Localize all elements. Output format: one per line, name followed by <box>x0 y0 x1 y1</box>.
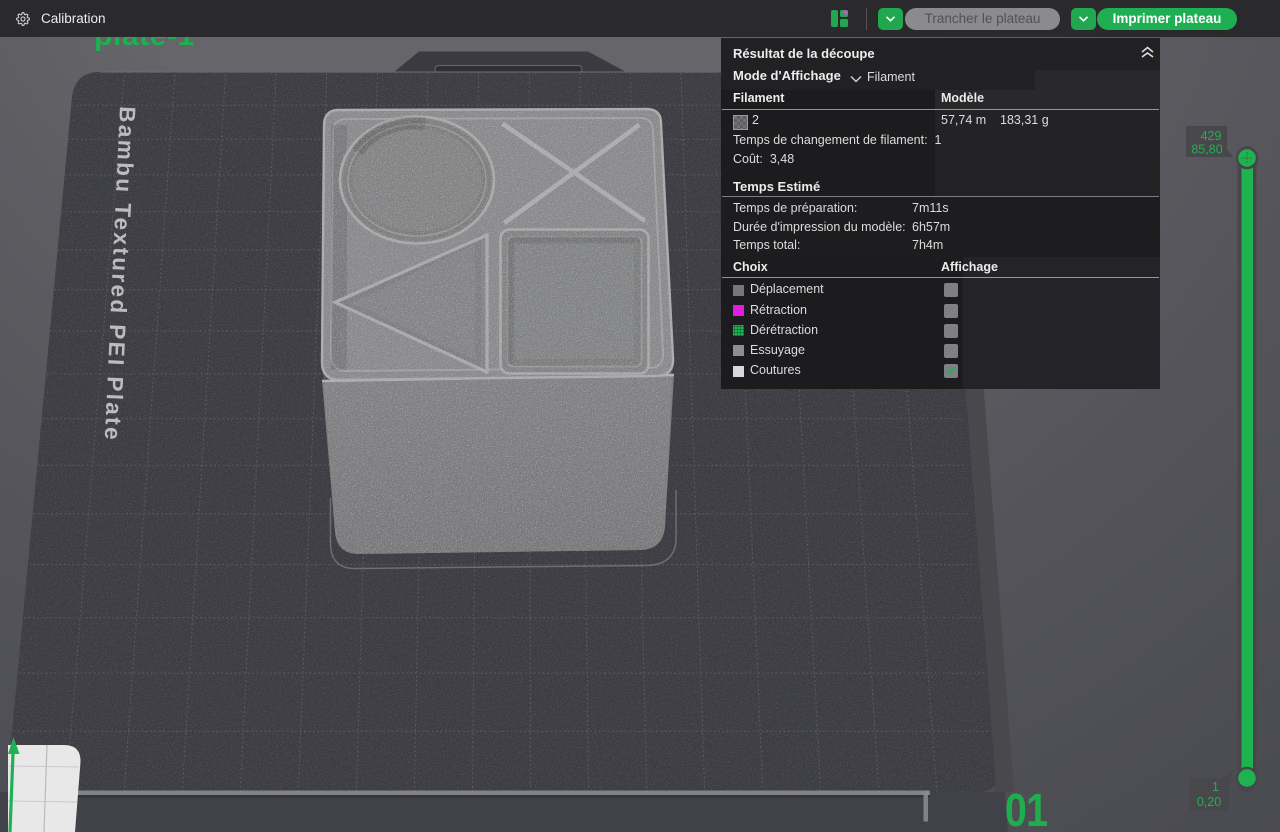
svg-text:01: 01 <box>1005 785 1047 832</box>
svg-text:0,20: 0,20 <box>1197 795 1221 809</box>
svg-text:1: 1 <box>1212 780 1219 794</box>
svg-text:429: 429 <box>1201 129 1222 143</box>
svg-text:85,80: 85,80 <box>1191 143 1222 157</box>
